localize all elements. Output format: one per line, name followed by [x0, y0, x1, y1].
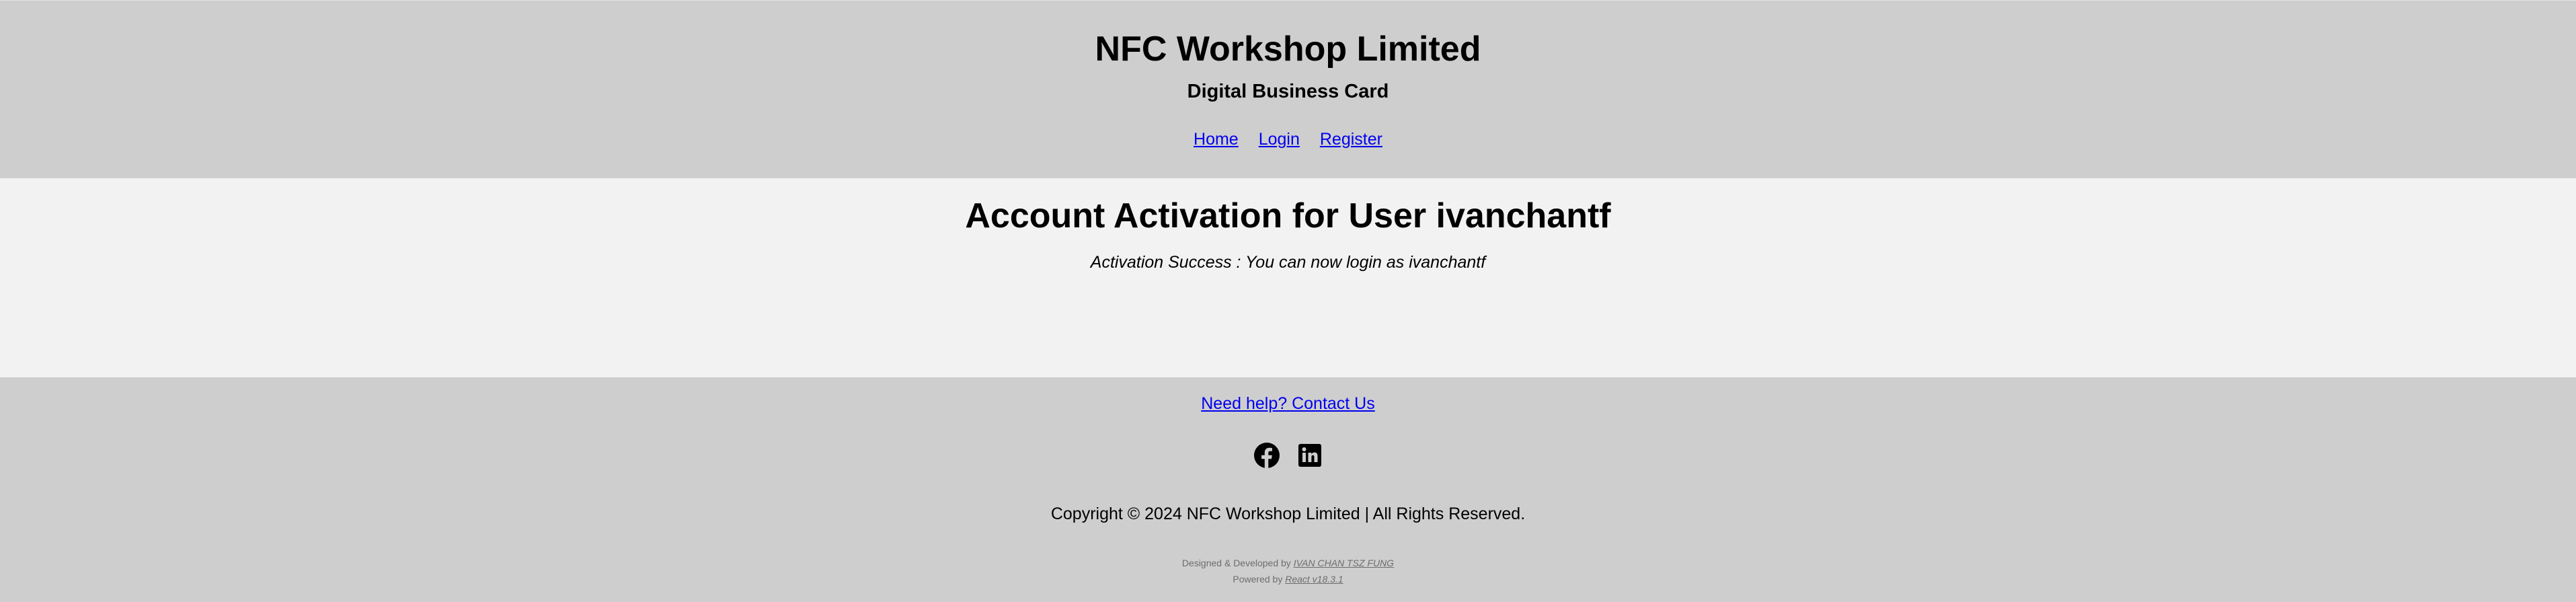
- page-title: Account Activation for User ivanchantf: [965, 196, 1611, 235]
- activation-message: Activation Success : You can now login a…: [1090, 253, 1486, 272]
- contact-us-link[interactable]: Need help? Contact Us: [1201, 394, 1374, 413]
- facebook-icon[interactable]: [1253, 442, 1280, 469]
- contact-wrap: Need help? Contact Us: [0, 393, 2576, 414]
- copyright-text: Copyright © 2024 NFC Workshop Limited | …: [1050, 504, 1526, 523]
- nav-home-link[interactable]: Home: [1194, 129, 1239, 149]
- main-content: Account Activation for User ivanchantf A…: [0, 178, 2576, 377]
- credits: Designed & Developed by IVAN CHAN TSZ FU…: [0, 555, 2576, 587]
- nav-login-link[interactable]: Login: [1259, 129, 1300, 149]
- designed-by-label: Designed & Developed by: [1181, 558, 1291, 568]
- powered-by-link[interactable]: React v18.3.1: [1285, 574, 1343, 585]
- site-title: NFC Workshop Limited: [1095, 30, 1481, 69]
- linkedin-icon[interactable]: [1296, 442, 1323, 469]
- powered-by-line: Powered by React v18.3.1: [0, 571, 2576, 587]
- social-links: [0, 442, 2576, 469]
- nav-register-link[interactable]: Register: [1320, 129, 1382, 149]
- designer-link[interactable]: IVAN CHAN TSZ FUNG: [1294, 558, 1394, 568]
- main-nav: Home Login Register: [0, 129, 2576, 149]
- site-footer: Need help? Contact Us Copyright © 2024 N…: [0, 377, 2576, 602]
- site-header: NFC Workshop Limited Digital Business Ca…: [0, 0, 2576, 178]
- site-subtitle: Digital Business Card: [1187, 81, 1389, 102]
- powered-by-label: Powered by: [1233, 574, 1283, 585]
- designed-by-line: Designed & Developed by IVAN CHAN TSZ FU…: [0, 555, 2576, 571]
